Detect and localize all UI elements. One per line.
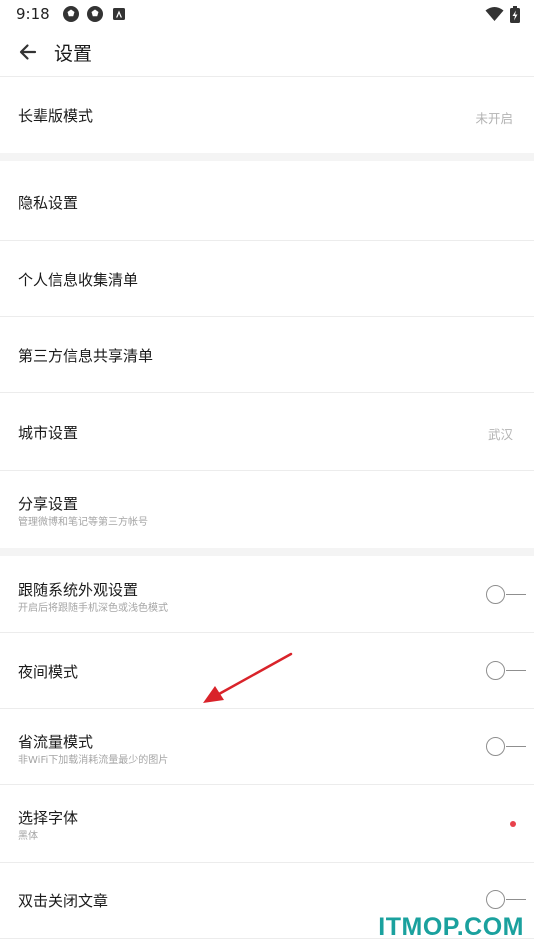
toggle-track (506, 594, 526, 596)
arrow-left-icon (19, 44, 37, 60)
night-mode-toggle[interactable] (486, 660, 526, 682)
toggle-knob (486, 737, 505, 756)
toggle-track (506, 746, 526, 748)
new-indicator-dot (510, 821, 516, 827)
setting-font[interactable]: 选择字体 黑体 (0, 785, 534, 863)
status-right-icons (485, 5, 520, 23)
toggle-track (506, 899, 526, 901)
setting-subtitle: 非WiFi下加载消耗流量最少的图片 (18, 755, 169, 766)
soccer-ball-icon (86, 6, 103, 22)
setting-follow-system: 跟随系统外观设置 开启后将跟随手机深色或浅色模式 (0, 556, 534, 633)
setting-label: 第三方信息共享清单 (18, 347, 154, 365)
setting-label: 隐私设置 (18, 194, 79, 212)
status-time: 9:18 (16, 5, 50, 23)
setting-data-saver: 省流量模式 非WiFi下加载消耗流量最少的图片 (0, 709, 534, 785)
app-a-icon (112, 8, 125, 20)
setting-label: 跟随系统外观设置 (18, 581, 139, 599)
annotation-arrow-icon (203, 652, 293, 703)
toggle-track (506, 670, 526, 672)
page-title: 设置 (54, 42, 93, 65)
setting-personal-info-list[interactable]: 个人信息收集清单 (0, 241, 534, 317)
double-tap-close-toggle[interactable] (486, 889, 526, 911)
setting-subtitle: 开启后将跟随手机深色或浅色模式 (18, 603, 168, 614)
setting-subtitle: 黑体 (18, 831, 38, 842)
setting-value: 武汉 (487, 427, 513, 442)
section-gap (0, 548, 534, 556)
soccer-ball-icon (62, 6, 79, 22)
watermark-logo: ITMOP.COM (378, 913, 524, 941)
toggle-knob (486, 585, 505, 604)
section-gap (0, 153, 534, 161)
app-bar: 设置 (0, 28, 534, 76)
setting-label: 双击关闭文章 (18, 892, 109, 910)
setting-label: 个人信息收集清单 (18, 271, 139, 289)
battery-charging-icon (510, 5, 520, 23)
setting-label: 省流量模式 (18, 733, 94, 751)
status-bar: 9:18 (0, 0, 534, 28)
setting-label: 夜间模式 (18, 663, 79, 681)
setting-value: 未开启 (475, 111, 513, 126)
toggle-knob (486, 890, 505, 909)
setting-elder-mode[interactable]: 长辈版模式 未开启 (0, 77, 534, 153)
setting-subtitle: 管理微博和笔记等第三方帐号 (18, 517, 148, 528)
setting-label: 选择字体 (18, 809, 79, 827)
data-saver-toggle[interactable] (486, 736, 526, 758)
toggle-knob (486, 661, 505, 680)
wifi-icon (485, 6, 504, 21)
setting-share[interactable]: 分享设置 管理微博和笔记等第三方帐号 (0, 471, 534, 548)
setting-city[interactable]: 城市设置 武汉 (0, 393, 534, 471)
setting-third-party-list[interactable]: 第三方信息共享清单 (0, 317, 534, 393)
setting-label: 长辈版模式 (18, 107, 94, 125)
back-button[interactable] (14, 38, 42, 66)
follow-system-toggle[interactable] (486, 584, 526, 606)
setting-privacy[interactable]: 隐私设置 (0, 161, 534, 241)
setting-label: 城市设置 (18, 424, 79, 442)
setting-label: 分享设置 (18, 495, 79, 513)
